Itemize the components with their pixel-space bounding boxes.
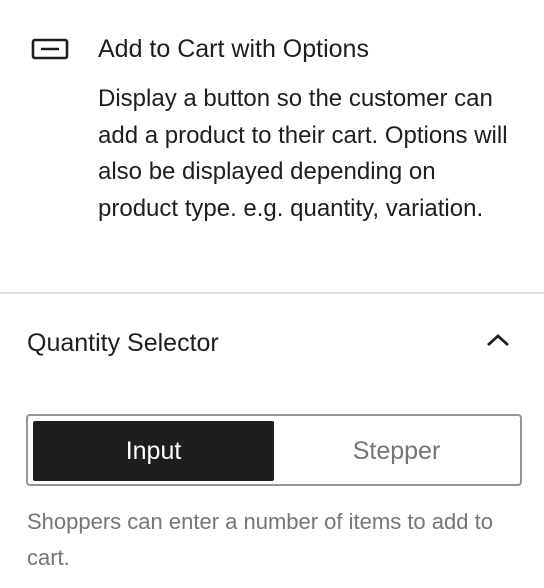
quantity-selector-toggle-group: Input Stepper — [26, 414, 522, 486]
block-description: Display a button so the customer can add… — [98, 85, 508, 222]
input-option-button[interactable]: Input — [33, 421, 274, 481]
button-icon — [31, 37, 69, 61]
quantity-selector-panel-toggle[interactable]: Quantity Selector — [0, 318, 544, 366]
chevron-up-icon — [484, 330, 512, 350]
panel-divider — [0, 292, 544, 294]
quantity-selector-help-text: Shoppers can enter a number of items to … — [27, 509, 493, 570]
panel-title: Quantity Selector — [27, 329, 219, 357]
block-title: Add to Cart with Options — [98, 35, 369, 63]
block-card: Add to Cart with Options Display a butto… — [0, 0, 544, 292]
stepper-option-button[interactable]: Stepper — [276, 421, 517, 481]
